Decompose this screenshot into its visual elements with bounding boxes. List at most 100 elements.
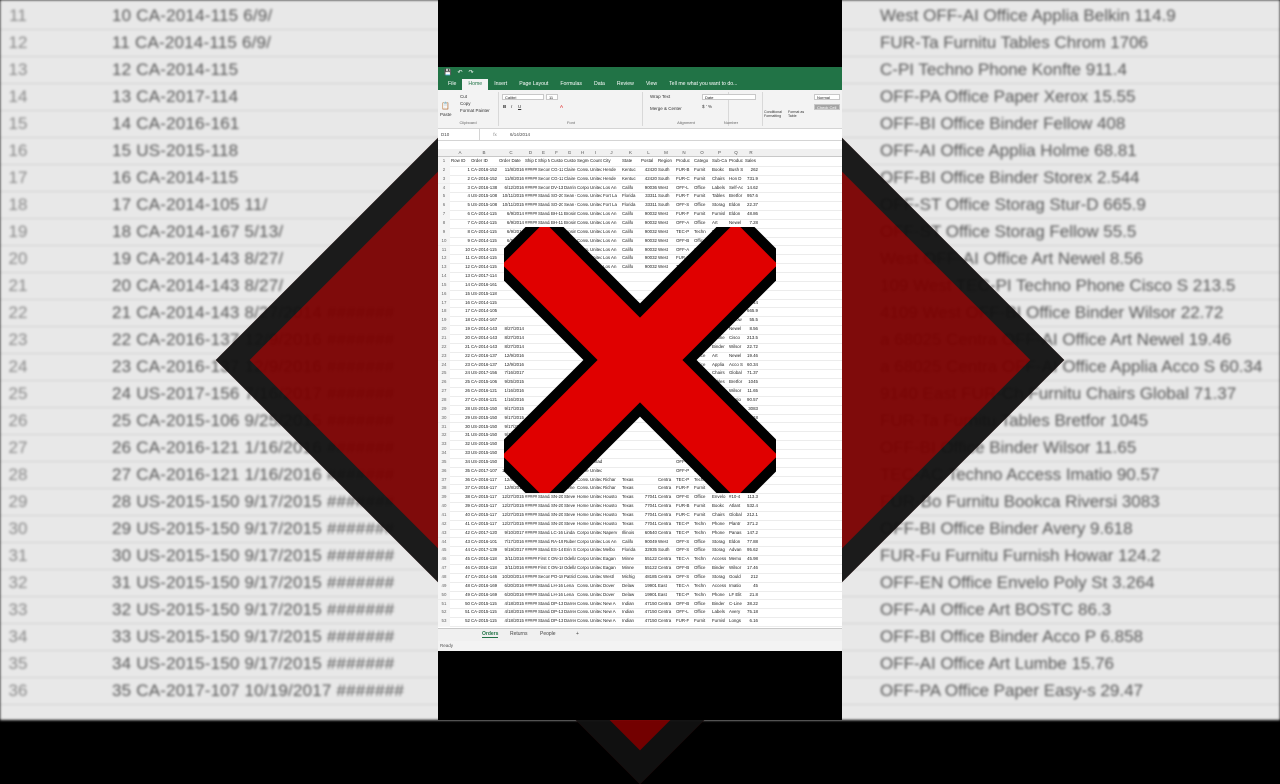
row-number[interactable]: 53 (438, 617, 450, 626)
row-number[interactable]: 15 (438, 280, 450, 290)
cell[interactable]: 4/18/2015 (499, 608, 524, 617)
column-header[interactable]: G (563, 149, 576, 156)
cell[interactable]: Office (694, 600, 711, 609)
cell[interactable]: ##### (525, 538, 537, 547)
cell[interactable]: 532.4 (745, 502, 758, 511)
tab-formulas[interactable]: Formulas (554, 79, 588, 90)
column-header[interactable]: L (640, 149, 657, 156)
row-number[interactable]: 13 (438, 263, 450, 272)
cell[interactable]: 47150 (641, 617, 657, 626)
save-icon[interactable]: 💾 (444, 69, 451, 76)
cell[interactable]: Bookc (712, 502, 728, 511)
cell[interactable]: Delaw (622, 591, 640, 600)
cell[interactable]: Erin S (564, 546, 576, 555)
cell[interactable]: Standa (538, 617, 550, 626)
cell[interactable]: CG-12 (551, 175, 563, 184)
cell[interactable]: Steve (564, 511, 576, 520)
cell[interactable]: 11/8/2016 (499, 175, 524, 184)
cell[interactable]: United (590, 529, 602, 538)
cell[interactable]: Hon D (729, 175, 744, 184)
column-header[interactable]: P (711, 149, 728, 156)
cell[interactable]: 9 (451, 237, 470, 246)
cell[interactable]: Lena (564, 591, 576, 600)
tab-page-layout[interactable]: Page Layout (513, 79, 554, 90)
header-cell[interactable]: Custor (551, 157, 563, 166)
cell[interactable]: Florida (622, 201, 640, 210)
cell[interactable]: South (658, 546, 675, 555)
row-number[interactable]: 26 (438, 378, 450, 388)
header-cell[interactable]: State (622, 157, 640, 166)
cell[interactable]: 27 (451, 396, 470, 405)
header-cell[interactable]: Segme (577, 157, 589, 166)
cell[interactable]: TEC-P (676, 591, 693, 600)
cell[interactable]: Melbo (603, 546, 621, 555)
cell[interactable]: New A (603, 600, 621, 609)
cell[interactable]: United (590, 538, 602, 547)
cell[interactable]: #10-4 (729, 493, 744, 502)
cell[interactable]: Centra (658, 520, 675, 529)
cell[interactable]: CA-2014-143 (471, 343, 498, 352)
cell[interactable]: 33 (451, 449, 470, 458)
cell[interactable]: ##### (525, 201, 537, 210)
cell[interactable]: Consu (577, 573, 589, 582)
paste-icon[interactable]: 📋 (441, 102, 450, 110)
row-number[interactable]: 42 (438, 519, 450, 529)
cell[interactable]: 33311 (641, 192, 657, 201)
cell[interactable]: TEC-A (676, 555, 693, 564)
cell[interactable]: Consu (577, 626, 589, 627)
row-number[interactable]: 51 (438, 599, 450, 609)
cell[interactable]: Furnit (694, 166, 711, 175)
cell[interactable]: ##### (525, 184, 537, 193)
column-header[interactable]: I (589, 149, 602, 156)
cell[interactable]: 39 (451, 502, 470, 511)
cell[interactable]: 4 (451, 192, 470, 201)
cell[interactable]: CA-2015-117 (471, 502, 498, 511)
cell[interactable]: Consu (577, 617, 589, 626)
cell[interactable]: 77041 (641, 502, 657, 511)
cell[interactable]: Office (694, 608, 711, 617)
cell[interactable]: Office (694, 493, 711, 502)
cell[interactable]: New A (603, 617, 621, 626)
cell[interactable]: 53 (451, 626, 470, 627)
cell[interactable]: ##### (525, 493, 537, 502)
cell[interactable]: 55122 (641, 564, 657, 573)
header-cell[interactable]: Postal (641, 157, 657, 166)
cell[interactable]: Art (712, 626, 728, 627)
column-header[interactable]: F (550, 149, 563, 156)
merge-center-button[interactable]: Merge & Center (650, 106, 682, 111)
column-header[interactable]: O (693, 149, 711, 156)
cell[interactable]: CA-2015-115 (471, 617, 498, 626)
column-header[interactable]: E (537, 149, 550, 156)
cell[interactable]: Consu (577, 608, 589, 617)
cell[interactable]: Delaw (622, 582, 640, 591)
row-number[interactable]: 3 (438, 174, 450, 184)
cell[interactable]: ON-18 (551, 555, 563, 564)
cell[interactable]: SN-20 (551, 520, 563, 529)
cell[interactable]: 40 (451, 511, 470, 520)
cell[interactable]: US-2015-118 (471, 290, 498, 299)
cell[interactable]: LH-16 (551, 591, 563, 600)
row-number[interactable]: 40 (438, 502, 450, 511)
cell[interactable]: 23 (451, 361, 470, 370)
cell[interactable]: 77041 (641, 493, 657, 502)
cell[interactable]: 22.37 (745, 201, 758, 210)
cell[interactable]: Phone (712, 520, 728, 529)
cell[interactable]: Dover (603, 582, 621, 591)
cell[interactable]: Self-Ac (729, 184, 744, 193)
cell[interactable]: Wilsor (729, 564, 744, 573)
cell[interactable]: SO-20 (551, 201, 563, 210)
cell[interactable]: Standa (538, 546, 550, 555)
cell[interactable]: 44 (451, 546, 470, 555)
cell[interactable]: SN-20 (551, 502, 563, 511)
cell[interactable]: Furnisl (712, 210, 728, 219)
cell[interactable]: Consu (577, 591, 589, 600)
cell[interactable]: 20 (451, 334, 470, 343)
cell[interactable]: 18 (451, 316, 470, 325)
cell[interactable]: Tables (712, 192, 728, 201)
sheet-tab-returns[interactable]: Returns (510, 631, 528, 637)
cell[interactable]: CA-2014-115 (471, 228, 498, 237)
cell[interactable]: 15 (451, 290, 470, 299)
cell[interactable]: Techn (694, 529, 711, 538)
cell[interactable]: LH-16 (551, 582, 563, 591)
sheet-tab-orders[interactable]: Orders (482, 631, 499, 638)
